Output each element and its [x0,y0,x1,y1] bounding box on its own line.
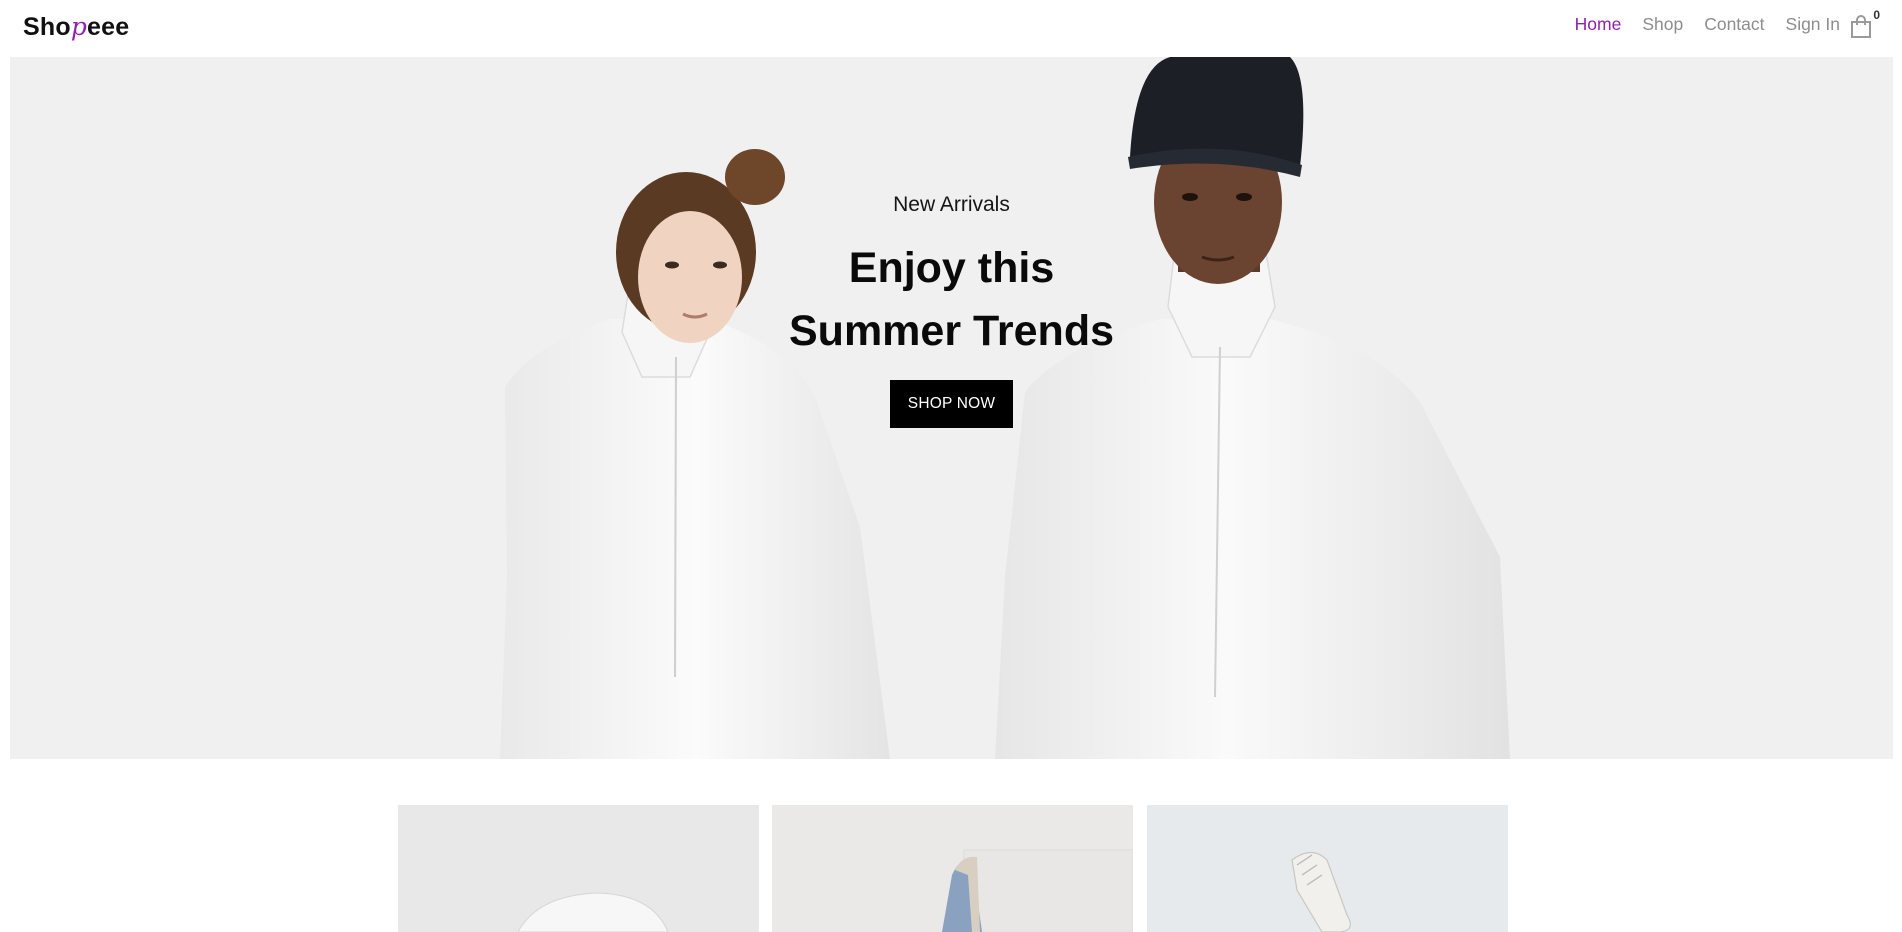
nav-signin-link[interactable]: Sign In [1786,14,1840,35]
cart-count-badge: 0 [1873,8,1880,22]
shopping-bag-icon [1851,15,1871,38]
brand-prefix: Sho [23,13,71,41]
nav-home-link[interactable]: Home [1575,14,1622,35]
hero-banner: New Arrivals Enjoy this Summer Trends SH… [10,57,1893,759]
shop-now-button[interactable]: SHOP NOW [889,380,1014,428]
navbar: Shopeee Home Shop Contact Sign In 0 [0,0,1902,57]
cart-button[interactable]: 0 [1850,8,1880,41]
nav-contact-link[interactable]: Contact [1704,14,1764,35]
white-sneaker-photo [1147,805,1508,932]
nav-shop-link[interactable]: Shop [1642,14,1683,35]
brand-accent: p [70,12,88,41]
hero-title: Enjoy this Summer Trends [10,237,1893,363]
category-card-cap[interactable] [398,805,759,932]
hero-subtitle: New Arrivals [893,193,1010,216]
category-card-sneaker[interactable] [1147,805,1508,932]
brand-logo[interactable]: Shopeee [23,12,129,42]
white-cap-photo [398,805,759,932]
category-card-jacket[interactable] [772,805,1133,932]
denim-jacket-photo [772,805,1133,932]
hero-content: New Arrivals Enjoy this Summer Trends SH… [10,191,1893,428]
hero-title-line-2: Summer Trends [789,307,1114,355]
category-cards [398,805,1508,932]
hero-title-line-1: Enjoy this [848,244,1055,292]
main-nav: Home Shop Contact Sign In [1575,14,1840,35]
brand-suffix: eee [87,13,130,41]
